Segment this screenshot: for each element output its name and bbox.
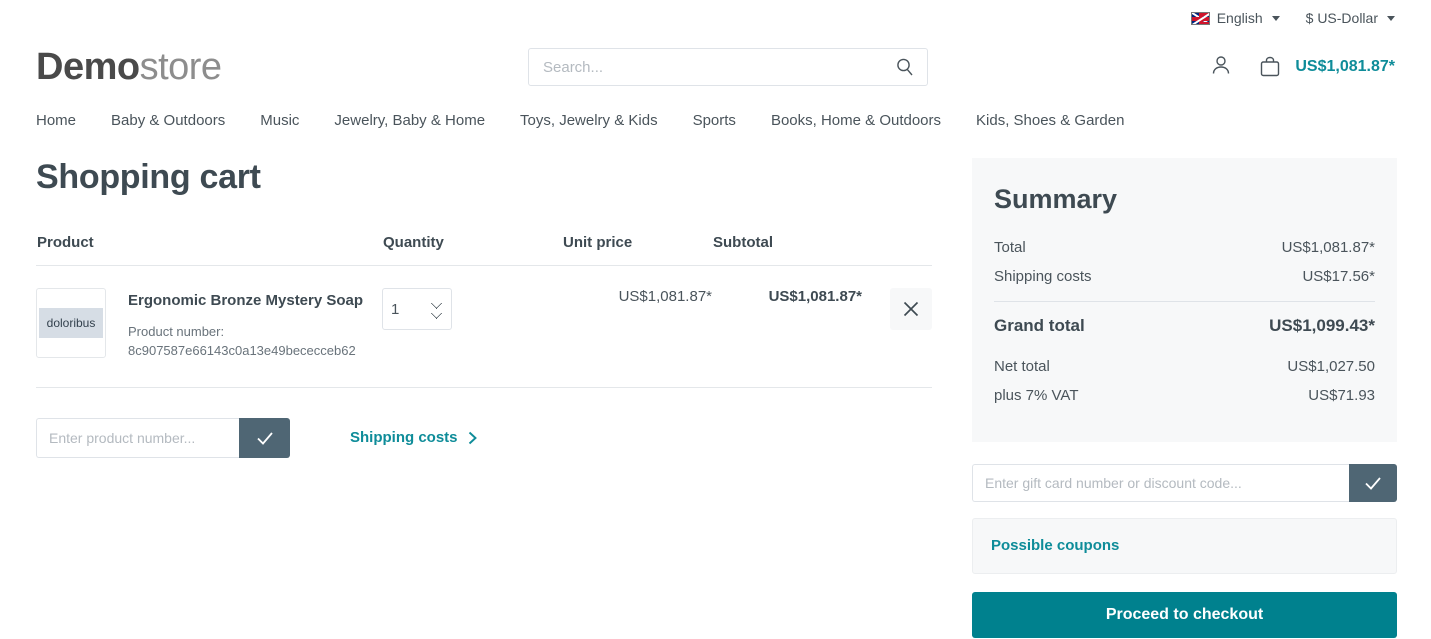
language-label: English [1216, 10, 1263, 26]
nav-item-jewelry-baby-home[interactable]: Jewelry, Baby & Home [334, 112, 485, 129]
shipping-costs-link[interactable]: Shipping costs [350, 429, 478, 446]
currency-selector[interactable]: $ US-Dollar [1306, 10, 1395, 26]
nav-item-sports[interactable]: Sports [693, 112, 736, 129]
cart-item-unit-price: US$1,081.87* [562, 265, 712, 388]
cart-column: Shopping cart Product Quantity Unit pric… [36, 158, 932, 638]
summary-row-shipping: Shipping costs US$17.56* [994, 268, 1375, 285]
nav-item-toys-jewelry-kids[interactable]: Toys, Jewelry & Kids [520, 112, 658, 129]
account-button[interactable] [1209, 53, 1233, 82]
chevron-down-icon [1271, 15, 1280, 21]
cart-button[interactable]: US$1,081.87* [1257, 54, 1395, 80]
summary-divider [994, 301, 1375, 302]
column-header-subtotal: Subtotal [712, 233, 862, 266]
search-icon [897, 58, 913, 76]
nav-item-baby-outdoors[interactable]: Baby & Outdoors [111, 112, 225, 129]
shopping-cart-page: English $ US-Dollar Demostore Search... … [0, 0, 1431, 639]
summary-total-label: Total [994, 239, 1026, 256]
net-total-value: US$1,027.50 [1287, 358, 1375, 375]
cart-table: Product Quantity Unit price Subtotal dol… [36, 233, 932, 388]
product-number-label: Product number: [128, 324, 225, 339]
chevron-right-icon [468, 431, 477, 444]
summary-column: Summary Total US$1,081.87* Shipping cost… [972, 158, 1397, 638]
net-total-label: Net total [994, 358, 1050, 375]
possible-coupons-link[interactable]: Possible coupons [991, 537, 1119, 554]
summary-total-value: US$1,081.87* [1281, 239, 1375, 256]
header-actions: US$1,081.87* [1209, 53, 1395, 82]
cart-table-header-row: Product Quantity Unit price Subtotal [36, 233, 932, 266]
product-number-value: 8c907587e66143c0a13e49bececceb62 [128, 342, 356, 358]
nav-item-kids-shoes-garden[interactable]: Kids, Shoes & Garden [976, 112, 1124, 129]
grand-total-label: Grand total [994, 316, 1085, 335]
summary-shipping-value: US$17.56* [1302, 268, 1375, 285]
add-product-submit-button[interactable] [239, 417, 290, 458]
logo-bold-text: Demo [36, 45, 140, 88]
nav-item-books-home-outdoors[interactable]: Books, Home & Outdoors [771, 112, 941, 129]
summary-shipping-label: Shipping costs [994, 268, 1092, 285]
add-product-form [36, 417, 290, 458]
product-name-link[interactable]: Ergonomic Bronze Mystery Soap [128, 292, 363, 309]
search-box[interactable] [528, 48, 928, 86]
cart-item-actions-cell [862, 265, 932, 388]
product-thumbnail-label: doloribus [39, 308, 103, 338]
gift-card-form [972, 464, 1397, 502]
grand-total-value: US$1,099.43* [1269, 316, 1375, 335]
search-button[interactable] [895, 57, 915, 77]
currency-label: $ US-Dollar [1305, 10, 1378, 26]
summary-row-vat: plus 7% VAT US$71.93 [994, 387, 1375, 404]
product-thumbnail[interactable]: doloribus [36, 288, 106, 358]
table-row: doloribus Ergonomic Bronze Mystery Soap … [36, 265, 932, 388]
column-header-product: Product [36, 233, 382, 266]
summary-row-total: Total US$1,081.87* [994, 239, 1375, 256]
summary-row-grand-total: Grand total US$1,099.43* [994, 316, 1375, 336]
logo-light-text: store [139, 45, 222, 88]
close-icon [903, 301, 919, 317]
search-area [528, 48, 928, 86]
chevron-down-icon [1387, 15, 1395, 21]
language-selector[interactable]: English [1190, 10, 1280, 26]
cart-item-product-cell: doloribus Ergonomic Bronze Mystery Soap … [36, 265, 382, 388]
quantity-stepper[interactable]: 1 [382, 288, 452, 330]
person-icon [1213, 55, 1230, 74]
page-title: Shopping cart [36, 158, 261, 196]
nav-item-music[interactable]: Music [260, 112, 299, 129]
search-input[interactable] [541, 57, 895, 77]
vat-label: plus 7% VAT [994, 387, 1079, 404]
shipping-costs-label: Shipping costs [350, 429, 458, 447]
gift-card-submit-button[interactable] [1349, 464, 1397, 502]
cart-actions: Shipping costs [36, 417, 932, 458]
uk-flag-icon [1190, 11, 1210, 25]
product-number-input[interactable] [36, 417, 239, 458]
proceed-to-checkout-button[interactable]: Proceed to checkout [972, 592, 1397, 638]
summary-title: Summary [994, 184, 1118, 214]
column-header-unit-price: Unit price [562, 233, 712, 266]
main-navigation: Home Baby & Outdoors Music Jewelry, Baby… [0, 98, 1431, 142]
cart-item-subtotal: US$1,081.87* [712, 265, 862, 388]
summary-row-net-total: Net total US$1,027.50 [994, 358, 1375, 375]
cart-total-amount: US$1,081.87* [1295, 58, 1395, 75]
summary-card: Summary Total US$1,081.87* Shipping cost… [972, 158, 1397, 442]
page-content: Shopping cart Product Quantity Unit pric… [0, 158, 1431, 638]
topbar: English $ US-Dollar [0, 0, 1431, 36]
column-header-actions [862, 233, 932, 266]
possible-coupons-box: Possible coupons [972, 518, 1397, 574]
nav-item-home[interactable]: Home [36, 112, 76, 129]
remove-item-button[interactable] [890, 288, 932, 330]
site-logo[interactable]: Demostore [36, 46, 222, 89]
cart-item-quantity-cell: 1 [382, 265, 562, 388]
shopping-bag-icon [1261, 56, 1280, 77]
check-icon [1365, 477, 1381, 490]
column-header-quantity: Quantity [382, 233, 562, 266]
gift-card-input[interactable] [972, 464, 1349, 502]
vat-value: US$71.93 [1308, 387, 1375, 404]
site-header: Demostore Search... US$1,081.87* [0, 36, 1431, 98]
check-icon [256, 432, 273, 445]
